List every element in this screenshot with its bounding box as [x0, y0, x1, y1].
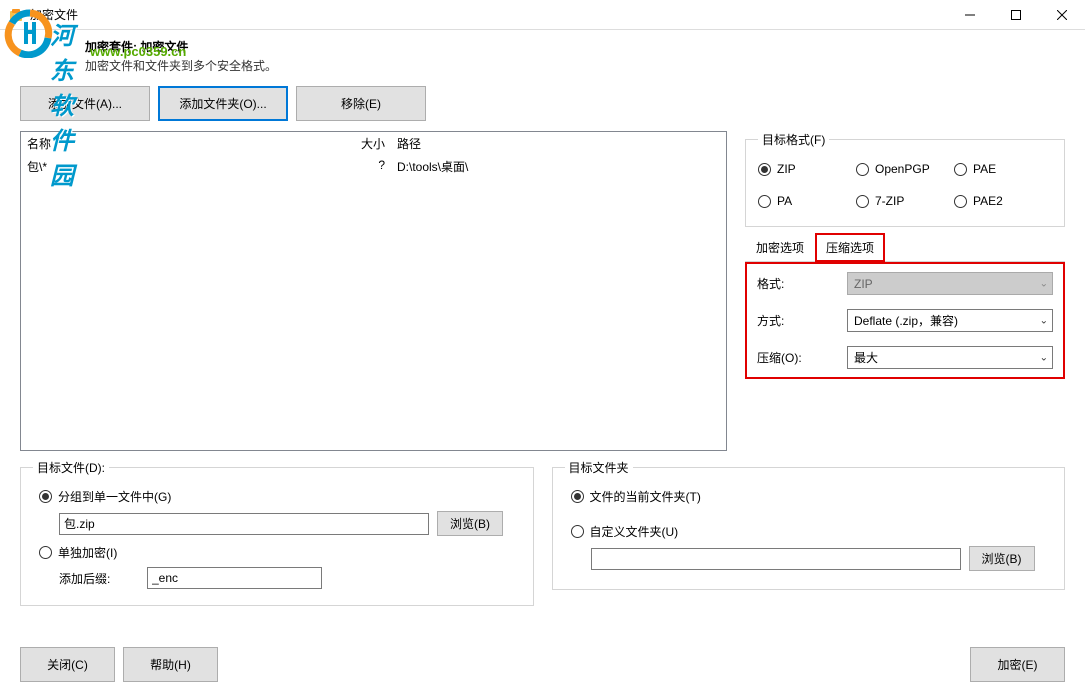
suffix-input[interactable] — [147, 567, 322, 589]
compress-options-panel: 格式: ZIP⌄ 方式: Deflate (.zip，兼容)⌄ 压缩(O): 最… — [745, 262, 1065, 379]
radio-icon — [758, 163, 771, 176]
file-name-cell: 包\* — [27, 158, 347, 175]
format-pa[interactable]: PA — [758, 194, 856, 208]
radio-icon — [856, 163, 869, 176]
radio-icon — [856, 195, 869, 208]
header-subtitle: 加密文件和文件夹到多个安全格式。 — [85, 57, 1085, 74]
chevron-down-icon: ⌄ — [1040, 315, 1048, 326]
window-title: 加密文件 — [30, 6, 947, 23]
file-list-header: 名称 大小 路径 — [21, 132, 726, 155]
suffix-label: 添加后缀: — [59, 570, 147, 587]
file-path-cell: D:\tools\桌面\ — [397, 158, 720, 175]
current-folder-radio[interactable]: 文件的当前文件夹(T) — [571, 488, 1053, 505]
target-folder-legend: 目标文件夹 — [565, 459, 633, 476]
encrypt-each-radio[interactable]: 单独加密(I) — [39, 544, 521, 561]
browse-file-button[interactable]: 浏览(B) — [437, 511, 503, 536]
close-button[interactable] — [1039, 0, 1085, 30]
target-folder-group: 目标文件夹 文件的当前文件夹(T) 自定义文件夹(U) 浏览(B) — [552, 459, 1066, 590]
column-size[interactable]: 大小 — [347, 135, 397, 152]
format-combo: ZIP⌄ — [847, 272, 1053, 295]
radio-icon — [571, 490, 584, 503]
radio-icon — [954, 163, 967, 176]
format-7zip[interactable]: 7-ZIP — [856, 194, 954, 208]
file-list[interactable]: 名称 大小 路径 包\* ? D:\tools\桌面\ — [20, 131, 727, 451]
target-format-legend: 目标格式(F) — [758, 131, 829, 148]
level-combo[interactable]: 最大⌄ — [847, 346, 1053, 369]
format-label: 格式: — [757, 275, 847, 292]
custom-folder-input[interactable] — [591, 548, 961, 570]
chevron-down-icon: ⌄ — [1040, 278, 1048, 289]
method-label: 方式: — [757, 312, 847, 329]
target-filename-input[interactable] — [59, 513, 429, 535]
level-label: 压缩(O): — [757, 349, 847, 366]
header: 加密套件: 加密文件 加密文件和文件夹到多个安全格式。 — [0, 30, 1085, 82]
toolbar: 添加文件(A)... 添加文件夹(O)... 移除(E) — [0, 82, 1085, 131]
minimize-button[interactable] — [947, 0, 993, 30]
file-size-cell: ? — [347, 158, 397, 175]
right-panel: 目标格式(F) ZIP OpenPGP PAE PA 7-ZIP PAE2 加密… — [745, 131, 1065, 451]
radio-icon — [39, 490, 52, 503]
target-file-group: 目标文件(D): 分组到单一文件中(G) 浏览(B) 单独加密(I) 添加后缀: — [20, 459, 534, 606]
radio-icon — [571, 525, 584, 538]
group-single-radio[interactable]: 分组到单一文件中(G) — [39, 488, 521, 505]
tab-compress-options[interactable]: 压缩选项 — [815, 233, 885, 262]
add-file-button[interactable]: 添加文件(A)... — [20, 86, 150, 121]
remove-button[interactable]: 移除(E) — [296, 86, 426, 121]
footer: 关闭(C) 帮助(H) 加密(E) — [0, 647, 1085, 682]
radio-icon — [758, 195, 771, 208]
options-tabs: 加密选项 压缩选项 — [745, 233, 1065, 262]
chevron-down-icon: ⌄ — [1040, 352, 1048, 363]
format-pae[interactable]: PAE — [954, 162, 1052, 176]
maximize-button[interactable] — [993, 0, 1039, 30]
tab-encrypt-options[interactable]: 加密选项 — [745, 233, 815, 262]
column-name[interactable]: 名称 — [27, 135, 347, 152]
help-button[interactable]: 帮助(H) — [123, 647, 218, 682]
target-file-legend: 目标文件(D): — [33, 459, 109, 476]
custom-folder-radio[interactable]: 自定义文件夹(U) — [571, 523, 1053, 540]
column-path[interactable]: 路径 — [397, 135, 720, 152]
app-icon — [8, 7, 24, 23]
add-folder-button[interactable]: 添加文件夹(O)... — [158, 86, 288, 121]
format-pae2[interactable]: PAE2 — [954, 194, 1052, 208]
method-combo[interactable]: Deflate (.zip，兼容)⌄ — [847, 309, 1053, 332]
radio-icon — [39, 546, 52, 559]
browse-folder-button[interactable]: 浏览(B) — [969, 546, 1035, 571]
close-dialog-button[interactable]: 关闭(C) — [20, 647, 115, 682]
file-row[interactable]: 包\* ? D:\tools\桌面\ — [21, 155, 726, 178]
target-format-group: 目标格式(F) ZIP OpenPGP PAE PA 7-ZIP PAE2 — [745, 131, 1065, 227]
header-title: 加密套件: 加密文件 — [85, 38, 1085, 55]
format-openpgp[interactable]: OpenPGP — [856, 162, 954, 176]
titlebar: 加密文件 — [0, 0, 1085, 30]
radio-icon — [954, 195, 967, 208]
format-zip[interactable]: ZIP — [758, 162, 856, 176]
encrypt-button[interactable]: 加密(E) — [970, 647, 1065, 682]
